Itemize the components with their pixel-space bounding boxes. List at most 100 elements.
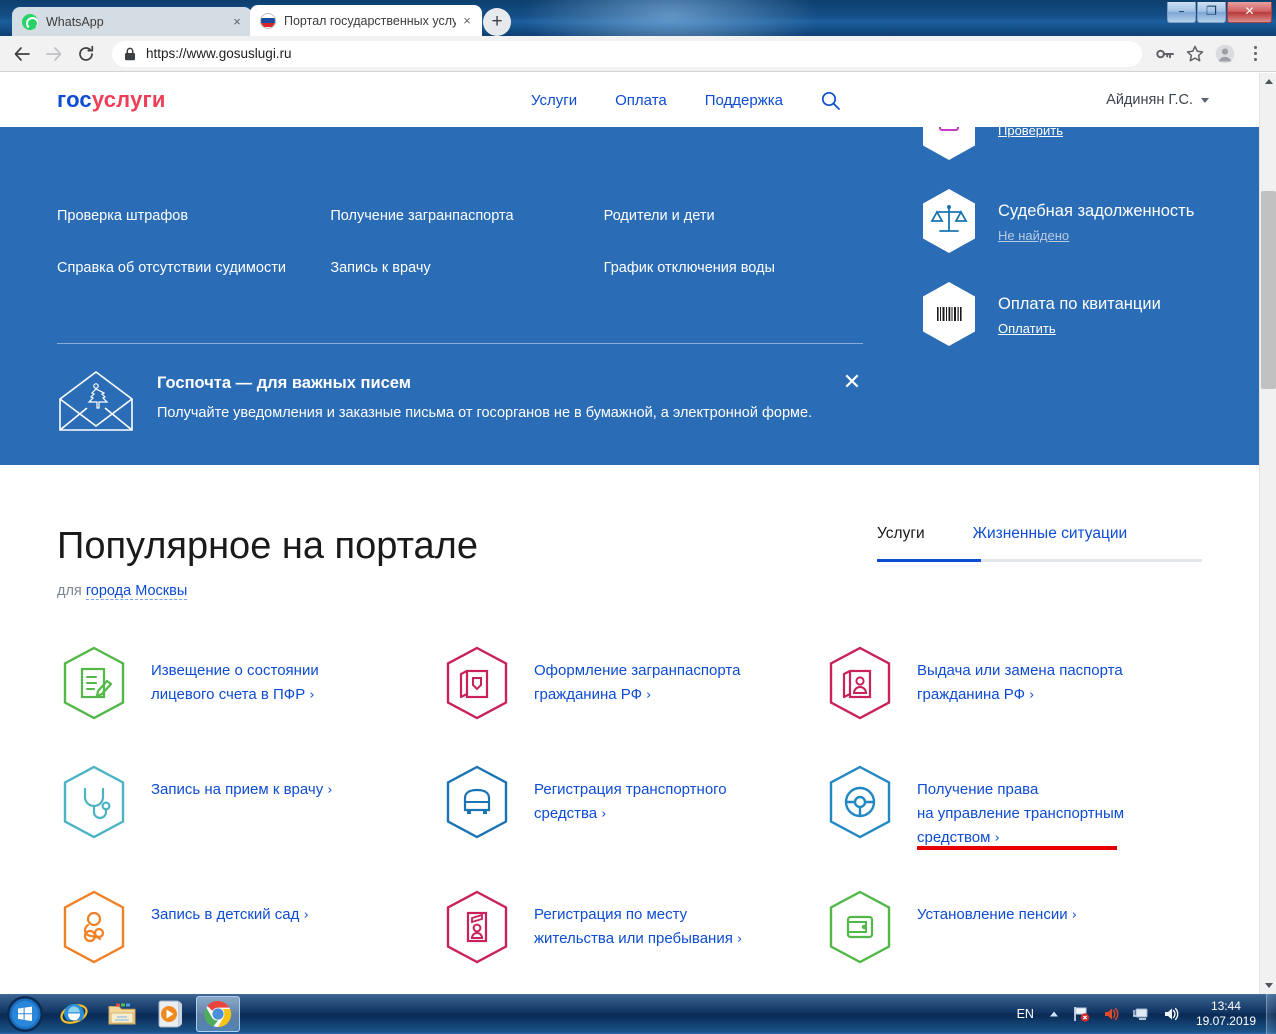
page-scrollbar[interactable] [1259, 73, 1276, 994]
carousel-dot[interactable] [279, 468, 287, 476]
page-title: Популярное на портале [57, 525, 478, 567]
chevron-right-icon: › [1029, 688, 1035, 703]
avatar[interactable] [1212, 41, 1238, 67]
quick-links-row: Проверка штрафов Получение загранпаспорт… [57, 207, 877, 225]
reload-icon[interactable] [72, 40, 100, 68]
wallet-icon [823, 889, 897, 970]
widget-link[interactable]: Не найдено [998, 228, 1069, 243]
quick-link[interactable]: Справка об отсутствии судимости [57, 260, 286, 276]
google-chrome-icon[interactable] [196, 996, 240, 1032]
site-header: госуслуги Услуги Оплата Поддержка Айдиня… [0, 73, 1259, 127]
close-window-button[interactable]: ✕ [1227, 2, 1272, 23]
car-icon [440, 764, 514, 845]
clock-time: 13:44 [1210, 999, 1241, 1013]
promo-description: Получайте уведомления и заказные письма … [157, 405, 813, 421]
service-line: жительства или пребывания [534, 930, 733, 947]
user-menu[interactable]: Айдинян Г.С. [1106, 92, 1209, 108]
banner-widgets: Проверить Судебная задолженность Не найд… [920, 96, 1250, 372]
window-controls: – ❐ ✕ [1166, 2, 1272, 23]
system-tray: EN 13:44 19.07.2019 [1013, 994, 1270, 1034]
volume-icon[interactable] [1162, 1006, 1180, 1022]
quick-link[interactable]: График отключения воды [604, 260, 775, 276]
service-foreign-passport[interactable]: Оформление загранпаспорта гражданина РФ … [440, 645, 823, 726]
widget-link[interactable]: Оплатить [998, 321, 1056, 336]
lock-icon [124, 47, 136, 61]
service-pension[interactable]: Установление пенсии › [823, 889, 1206, 970]
service-pfr-statement[interactable]: Извещение о состоянии лицевого счета в П… [57, 645, 440, 726]
scrollbar-thumb[interactable] [1261, 191, 1276, 389]
password-key-icon[interactable] [1152, 41, 1178, 67]
volume-muted-icon[interactable] [1102, 1006, 1120, 1022]
carousel-dot[interactable] [191, 468, 199, 476]
browser-title-bar: WhatsApp × Портал государственных услуг … [0, 0, 1276, 36]
carousel-prev-icon[interactable]: ‹ [150, 462, 174, 482]
minimize-button[interactable]: – [1167, 2, 1196, 23]
service-internal-passport[interactable]: Выдача или замена паспорта гражданина РФ… [823, 645, 1206, 726]
carousel-dot[interactable] [235, 468, 243, 476]
quick-link[interactable]: Проверка штрафов [57, 208, 188, 224]
barcode-icon [920, 281, 978, 352]
new-tab-button[interactable]: + [483, 8, 511, 36]
quick-link[interactable]: Получение загранпаспорта [330, 208, 513, 224]
service-kindergarten[interactable]: Запись в детский сад › [57, 889, 440, 970]
clock-date: 19.07.2019 [1195, 1014, 1256, 1028]
back-icon[interactable] [8, 40, 36, 68]
page-viewport: Проверка штрафов Получение загранпаспорт… [0, 73, 1276, 994]
scroll-up-icon[interactable] [1260, 73, 1276, 90]
service-driving-license[interactable]: Получение права на управление транспортн… [823, 764, 1206, 851]
browser-menu-icon[interactable] [1244, 41, 1266, 67]
address-bar[interactable]: https://www.gosuslugi.ru [112, 40, 1142, 67]
service-label: Оформление загранпаспорта гражданина РФ … [534, 645, 740, 708]
browser-tab-gosuslugi[interactable]: Портал государственных услуг Р × [250, 5, 482, 36]
show-desktop-button[interactable] [1266, 994, 1276, 1034]
tab-title: WhatsApp [46, 14, 104, 29]
carousel-dot-active[interactable] [213, 468, 221, 476]
envelope-with-coat-of-arms-icon [57, 369, 135, 438]
service-doctor-appointment[interactable]: Запись на прием к врачу › [57, 764, 440, 851]
services-tabs: Услуги Жизненные ситуации [877, 525, 1202, 562]
service-residence-registration[interactable]: Регистрация по месту жительства или преб… [440, 889, 823, 970]
network-icon[interactable] [1132, 1006, 1150, 1022]
carousel-dot[interactable] [257, 468, 265, 476]
gosuslugi-logo[interactable]: госуслуги [57, 87, 166, 113]
browser-tab-whatsapp[interactable]: WhatsApp × [12, 7, 252, 36]
nav-item-support[interactable]: Поддержка [705, 92, 783, 109]
scroll-down-icon[interactable] [1260, 977, 1276, 994]
widget-body: Судебная задолженность Не найдено [998, 202, 1194, 245]
carousel-controls: ‹ › [150, 462, 328, 482]
quick-link[interactable]: Родители и дети [604, 208, 715, 224]
widget-receipt-payment[interactable]: Оплата по квитанции Оплатить [920, 281, 1250, 352]
maximize-button[interactable]: ❐ [1197, 2, 1226, 23]
quick-link-cell: Родители и дети [604, 207, 877, 225]
nav-item-payment[interactable]: Оплата [615, 92, 667, 109]
banner-divider [57, 343, 863, 344]
widget-body: Оплата по квитанции Оплатить [998, 295, 1161, 338]
promo-close-icon[interactable]: ✕ [841, 372, 863, 394]
widget-court-debt[interactable]: Судебная задолженность Не найдено [920, 188, 1250, 259]
bookmark-star-icon[interactable] [1182, 41, 1208, 67]
quick-link[interactable]: Запись к врачу [330, 260, 430, 276]
carousel-next-icon[interactable]: › [304, 462, 328, 482]
media-player-icon[interactable] [148, 996, 192, 1032]
tab-services[interactable]: Услуги [877, 525, 925, 559]
service-line: гражданина РФ [917, 686, 1025, 703]
browser-toolbar: https://www.gosuslugi.ru [0, 36, 1276, 72]
quick-link-cell: График отключения воды [604, 259, 877, 277]
file-explorer-icon[interactable] [100, 996, 144, 1032]
service-line: Запись на прием к врачу [151, 781, 324, 798]
services-row: Запись в детский сад › Регистрация по ме… [57, 889, 1207, 970]
steering-wheel-icon [823, 764, 897, 845]
city-link[interactable]: города Москвы [85, 583, 188, 600]
show-hidden-icons-icon[interactable] [1048, 1008, 1060, 1020]
action-center-flag-icon[interactable] [1072, 1005, 1090, 1023]
search-icon[interactable] [821, 91, 840, 110]
service-vehicle-registration[interactable]: Регистрация транспортного средства › [440, 764, 823, 851]
start-orb-icon[interactable] [2, 995, 48, 1033]
close-icon[interactable]: × [458, 12, 476, 30]
language-indicator[interactable]: EN [1017, 1007, 1034, 1021]
nav-item-services[interactable]: Услуги [531, 92, 577, 109]
internet-explorer-icon[interactable] [52, 996, 96, 1032]
clock[interactable]: 13:44 19.07.2019 [1196, 999, 1256, 1029]
close-icon[interactable]: × [228, 13, 246, 31]
tab-life-situations[interactable]: Жизненные ситуации [973, 525, 1128, 559]
